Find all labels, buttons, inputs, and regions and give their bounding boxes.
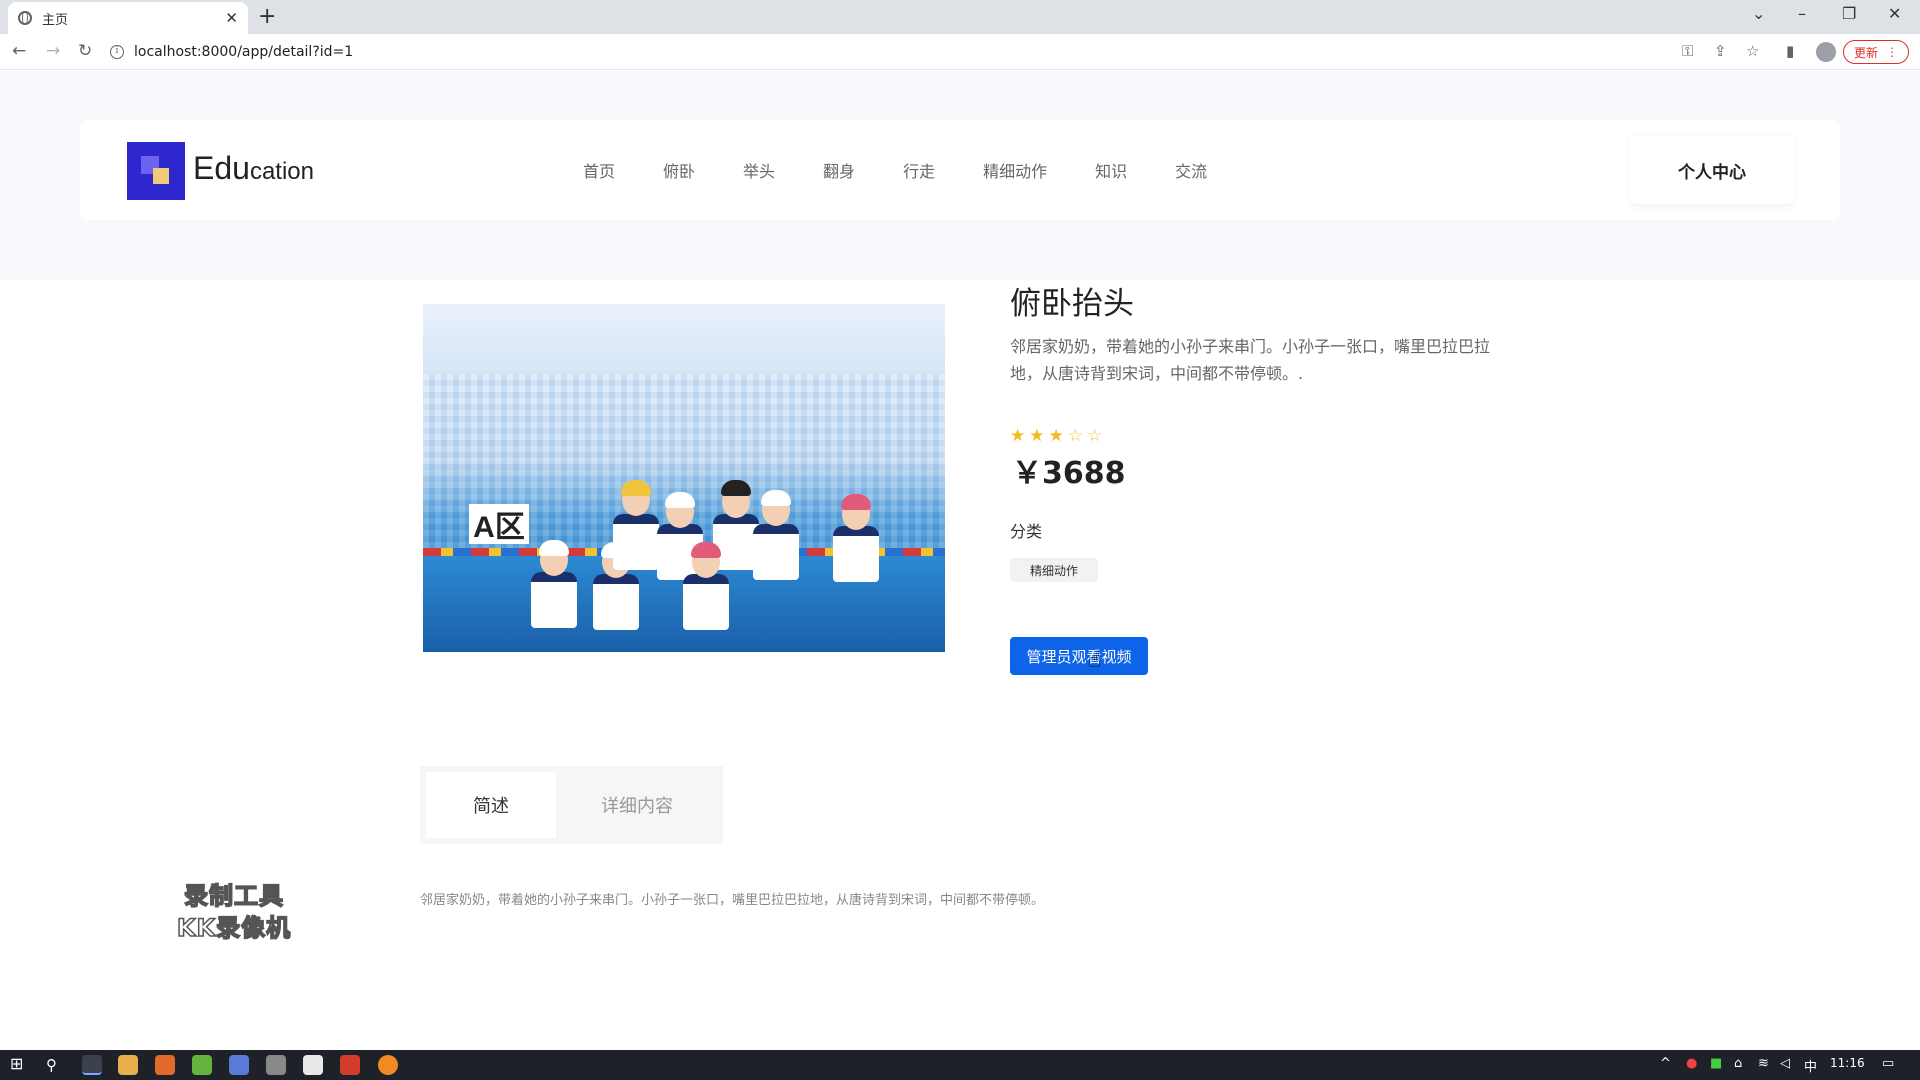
url-text: localhost:8000/app/detail?id=1 — [134, 44, 354, 60]
clock[interactable]: 11:16 — [1830, 1056, 1865, 1070]
new-tab-icon[interactable]: + — [258, 4, 276, 29]
logo-icon[interactable] — [127, 142, 185, 200]
close-window-icon[interactable]: ✕ — [1888, 4, 1901, 23]
side-panel-icon[interactable]: ▮ — [1786, 42, 1794, 60]
notification-icon[interactable]: ▭ — [1882, 1056, 1894, 1071]
category-tag[interactable]: 精细动作 — [1010, 558, 1099, 582]
restore-icon[interactable]: ❐ — [1842, 4, 1856, 23]
star-filled-icon: ★ — [1010, 426, 1026, 446]
menu-dots-icon: ⋮ — [1886, 45, 1898, 59]
nav-item-roll-over[interactable]: 翻身 — [823, 158, 855, 182]
star-filled-icon: ★ — [1029, 426, 1045, 446]
nav-item-home[interactable]: 首页 — [583, 158, 615, 182]
update-button[interactable]: 更新 ⋮ — [1843, 40, 1909, 64]
nav-item-head-lift[interactable]: 举头 — [743, 158, 775, 182]
wps-app-icon[interactable] — [340, 1055, 360, 1075]
notepad-app-icon[interactable] — [303, 1055, 323, 1075]
ime-indicator[interactable]: 中 — [1804, 1056, 1817, 1075]
logo-text-main: Edu — [193, 150, 250, 186]
app-icon-green[interactable] — [192, 1055, 212, 1075]
close-tab-icon[interactable]: ✕ — [225, 9, 238, 27]
bookmark-star-icon[interactable]: ☆ — [1746, 42, 1759, 60]
hand-cursor-icon: ☝ — [1088, 648, 1102, 673]
tab-summary[interactable]: 简述 — [426, 772, 556, 838]
category-label: 分类 — [1010, 522, 1043, 541]
site-info-icon[interactable]: i — [110, 45, 124, 59]
tab-detail[interactable]: 详细内容 — [562, 772, 712, 838]
star-filled-icon: ★ — [1048, 426, 1064, 446]
tray-expand-icon[interactable]: ^ — [1660, 1056, 1671, 1071]
recorder-app-icon[interactable] — [378, 1055, 398, 1075]
logo-text-rest: cation — [249, 158, 314, 185]
update-label: 更新 — [1853, 45, 1878, 60]
nav-item-prone[interactable]: 俯卧 — [663, 158, 695, 182]
start-icon[interactable]: ⊞ — [10, 1054, 23, 1073]
globe-icon — [18, 11, 32, 25]
reload-icon[interactable]: ↻ — [78, 41, 92, 61]
watermark-line-1: 录制工具 — [183, 881, 284, 911]
nav-item-knowledge[interactable]: 知识 — [1095, 158, 1127, 182]
main-nav: 首页 俯卧 举头 翻身 行走 精细动作 知识 交流 — [583, 158, 1255, 182]
browser-toolbar: ← → ↻ i localhost:8000/app/detail?id=1 ⚿… — [0, 34, 1920, 70]
content-tabs: 简述 详细内容 — [420, 766, 723, 844]
volume-icon[interactable]: ◁ — [1780, 1056, 1790, 1071]
tab-title: 主页 — [42, 12, 69, 28]
product-description: 邻居家奶奶，带着她的小孙子来串门。小孙子一张口，嘴里巴拉巴拉地，从唐诗背到宋词，… — [1010, 337, 1491, 383]
product-image: A区 — [423, 304, 945, 652]
share-icon[interactable]: ⇪ — [1714, 42, 1727, 60]
address-bar[interactable]: i localhost:8000/app/detail?id=1 — [110, 38, 1710, 66]
browser-tab[interactable]: 主页 ✕ — [8, 2, 248, 34]
profile-icon[interactable] — [1816, 42, 1836, 62]
product-price: ￥3688 — [1012, 456, 1126, 491]
wifi-icon[interactable]: ≋ — [1758, 1056, 1769, 1071]
recorder-watermark: 录制工具 KK录像机 — [160, 880, 308, 944]
search-icon[interactable]: ⚲ — [46, 1056, 57, 1074]
product-title: 俯卧抬头 — [1010, 286, 1134, 322]
taskbar: ⊞ ⚲ ^ ● ■ ⌂ ≋ ◁ 中 11:16 ▭ — [0, 1050, 1920, 1080]
search-app-icon[interactable] — [155, 1055, 175, 1075]
network-icon[interactable]: ⌂ — [1734, 1056, 1742, 1071]
site-header: Education 首页 俯卧 举头 翻身 行走 精细动作 知识 交流 个人中心 — [80, 120, 1840, 220]
minimize-icon[interactable]: – — [1798, 4, 1806, 23]
summary-text: 邻居家奶奶，带着她的小孙子来串门。小孙子一张口，嘴里巴拉巴拉地，从唐诗背到宋词，… — [420, 893, 1045, 908]
logo-text[interactable]: Education — [193, 150, 314, 187]
star-empty-icon: ☆ — [1087, 426, 1103, 446]
chrome-app-icon[interactable] — [82, 1055, 102, 1075]
watch-video-button[interactable]: 管理员观看视频 — [1010, 637, 1148, 675]
pool-sign: A区 — [469, 504, 529, 544]
back-icon[interactable]: ← — [12, 41, 26, 61]
browser-tab-strip: 主页 ✕ + ⌄ – ❐ ✕ — [0, 0, 1920, 34]
tray-app-icon[interactable]: ● — [1686, 1056, 1697, 1071]
rating-stars: ★ ★ ★ ☆ ☆ — [1010, 426, 1102, 446]
forward-icon[interactable]: → — [46, 41, 60, 61]
nav-item-walk[interactable]: 行走 — [903, 158, 935, 182]
watermark-line-2: KK录像机 — [176, 913, 292, 943]
personal-center-button[interactable]: 个人中心 — [1630, 136, 1794, 204]
nav-item-fine-motor[interactable]: 精细动作 — [983, 158, 1047, 182]
star-empty-icon: ☆ — [1067, 426, 1083, 446]
app-icon-chart[interactable] — [229, 1055, 249, 1075]
file-explorer-icon[interactable] — [118, 1055, 138, 1075]
settings-app-icon[interactable] — [266, 1055, 286, 1075]
nav-item-community[interactable]: 交流 — [1175, 158, 1207, 182]
tab-search-icon[interactable]: ⌄ — [1752, 4, 1765, 23]
key-icon[interactable]: ⚿ — [1682, 42, 1693, 60]
tray-app-icon-2[interactable]: ■ — [1710, 1056, 1722, 1071]
